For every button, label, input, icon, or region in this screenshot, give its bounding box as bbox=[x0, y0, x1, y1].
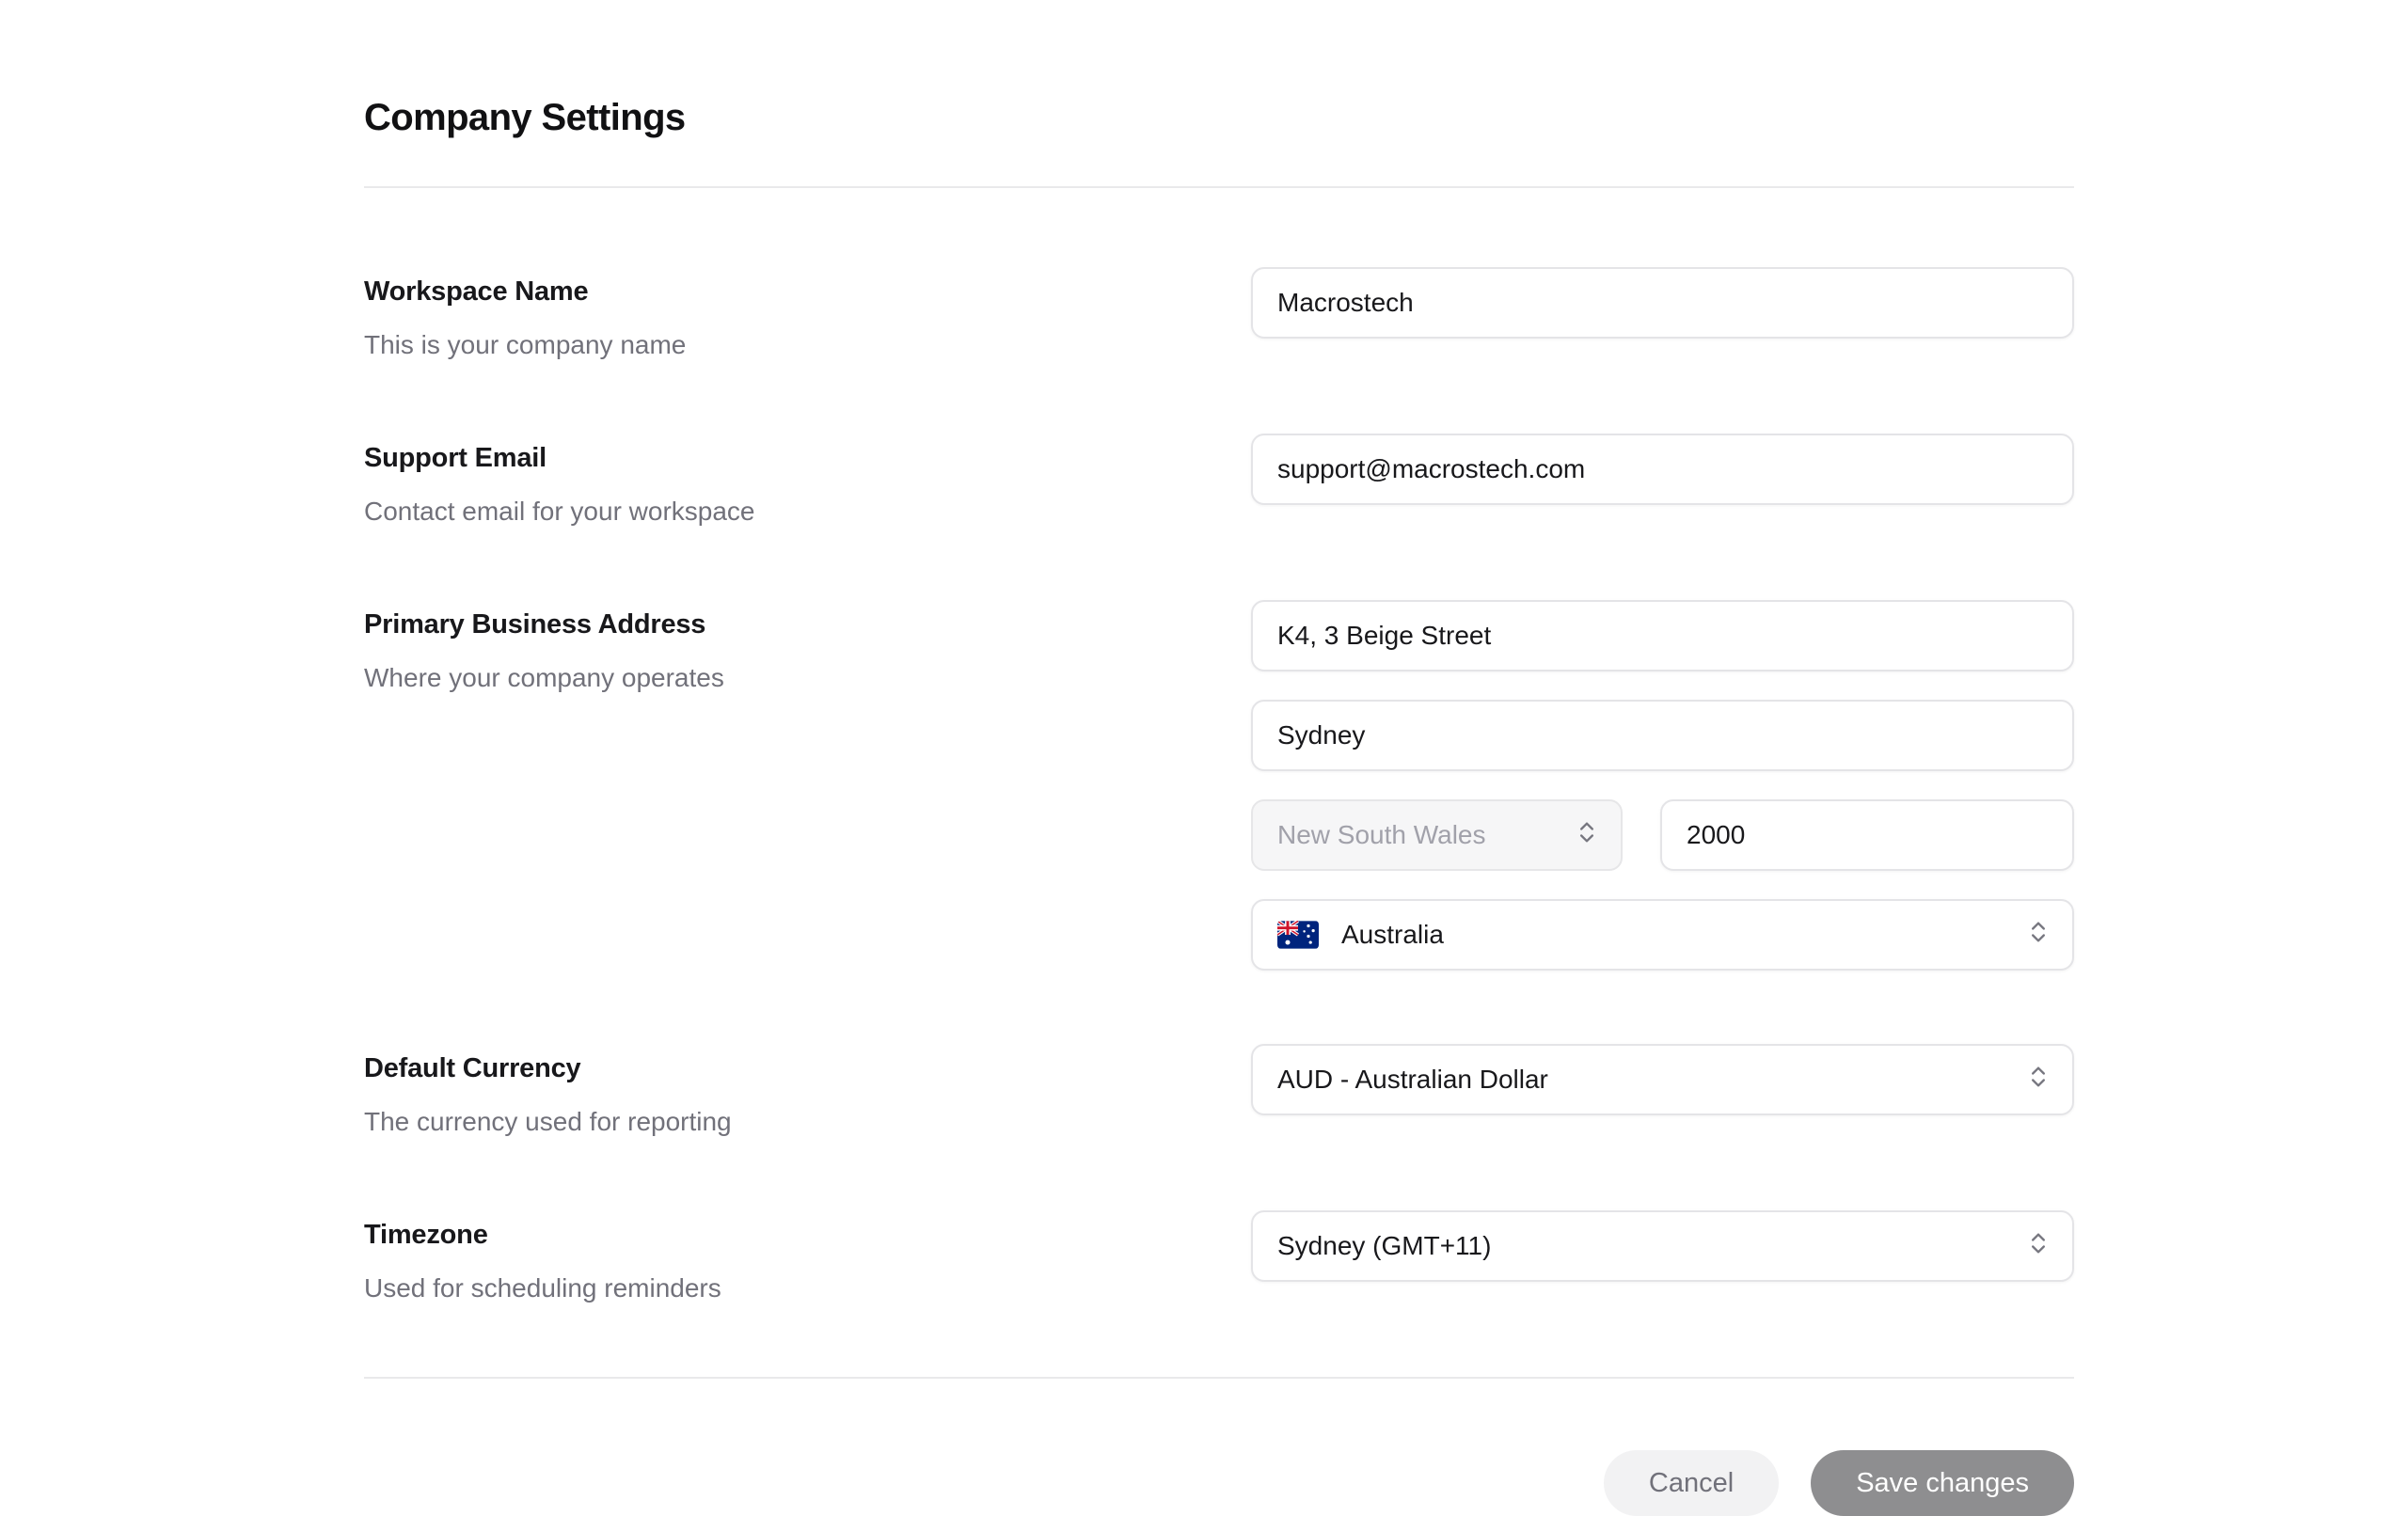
workspace-name-label: Workspace Name bbox=[364, 276, 1251, 308]
page-title: Company Settings bbox=[364, 97, 2074, 139]
support-email-control bbox=[1251, 434, 2074, 505]
chevrons-up-down-icon bbox=[2025, 919, 2052, 952]
footer-divider bbox=[364, 1377, 2074, 1379]
footer-actions: Cancel Save changes bbox=[364, 1450, 2074, 1516]
currency-control: AUD - Australian Dollar bbox=[1251, 1044, 2074, 1115]
support-email-label: Support Email bbox=[364, 443, 1251, 474]
timezone-label: Timezone bbox=[364, 1220, 1251, 1251]
timezone-description: Used for scheduling reminders bbox=[364, 1273, 1251, 1303]
street-address-input[interactable] bbox=[1251, 600, 2074, 671]
country-select-value: Australia bbox=[1341, 920, 1444, 950]
timezone-select[interactable]: Sydney (GMT+11) bbox=[1251, 1210, 2074, 1282]
chevrons-up-down-icon bbox=[2025, 1230, 2052, 1263]
address-label: Primary Business Address bbox=[364, 609, 1251, 640]
state-postcode-row: New South Wales bbox=[1251, 799, 2074, 871]
chevrons-up-down-icon bbox=[2025, 1064, 2052, 1097]
city-input[interactable] bbox=[1251, 700, 2074, 771]
workspace-name-control bbox=[1251, 267, 2074, 339]
support-email-labels: Support Email Contact email for your wor… bbox=[364, 434, 1251, 527]
currency-select-value: AUD - Australian Dollar bbox=[1277, 1065, 1548, 1095]
address-labels: Primary Business Address Where your comp… bbox=[364, 600, 1251, 693]
support-email-row: Support Email Contact email for your wor… bbox=[364, 434, 2074, 527]
currency-select[interactable]: AUD - Australian Dollar bbox=[1251, 1044, 2074, 1115]
workspace-name-input[interactable] bbox=[1251, 267, 2074, 339]
workspace-name-labels: Workspace Name This is your company name bbox=[364, 267, 1251, 360]
timezone-select-value: Sydney (GMT+11) bbox=[1277, 1231, 1491, 1261]
postcode-input[interactable] bbox=[1660, 799, 2074, 871]
currency-description: The currency used for reporting bbox=[364, 1107, 1251, 1137]
timezone-row: Timezone Used for scheduling reminders S… bbox=[364, 1210, 2074, 1303]
country-select-content: Australia bbox=[1277, 920, 1444, 950]
company-settings-form: Workspace Name This is your company name… bbox=[364, 267, 2074, 1303]
country-select[interactable]: Australia bbox=[1251, 899, 2074, 971]
timezone-control: Sydney (GMT+11) bbox=[1251, 1210, 2074, 1282]
currency-labels: Default Currency The currency used for r… bbox=[364, 1044, 1251, 1137]
support-email-input[interactable] bbox=[1251, 434, 2074, 505]
timezone-labels: Timezone Used for scheduling reminders bbox=[364, 1210, 1251, 1303]
address-description: Where your company operates bbox=[364, 663, 1251, 693]
support-email-description: Contact email for your workspace bbox=[364, 497, 1251, 527]
state-select[interactable]: New South Wales bbox=[1251, 799, 1623, 871]
cancel-button[interactable]: Cancel bbox=[1604, 1450, 1779, 1516]
save-changes-button[interactable]: Save changes bbox=[1811, 1450, 2074, 1516]
address-control: New South Wales bbox=[1251, 600, 2074, 971]
address-row: Primary Business Address Where your comp… bbox=[364, 600, 2074, 971]
chevrons-up-down-icon bbox=[1574, 819, 1600, 852]
state-select-value: New South Wales bbox=[1277, 820, 1486, 850]
workspace-name-row: Workspace Name This is your company name bbox=[364, 267, 2074, 360]
currency-label: Default Currency bbox=[364, 1053, 1251, 1084]
australia-flag-icon bbox=[1277, 921, 1319, 949]
company-settings-panel: Company Settings Workspace Name This is … bbox=[364, 0, 2074, 1516]
workspace-name-description: This is your company name bbox=[364, 330, 1251, 360]
header-divider bbox=[364, 186, 2074, 188]
currency-row: Default Currency The currency used for r… bbox=[364, 1044, 2074, 1137]
